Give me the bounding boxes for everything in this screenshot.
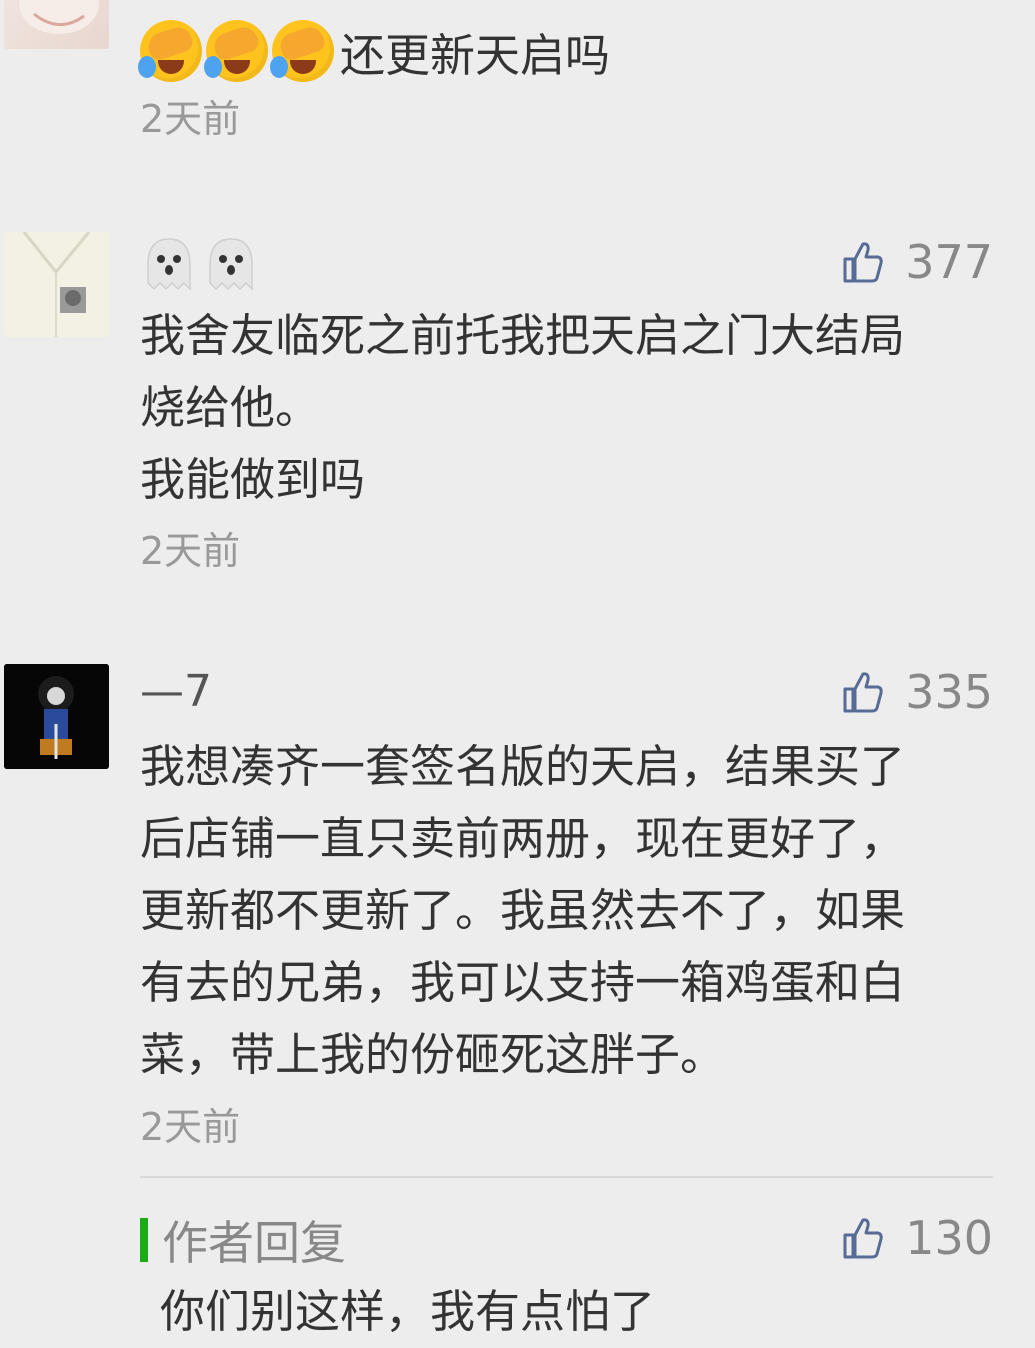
- face-palm-crying-icon: [204, 20, 268, 82]
- comment-line: 我能做到吗: [140, 453, 366, 506]
- like-button[interactable]: 335: [843, 664, 993, 720]
- comment-text-row: 还更新天启吗: [138, 20, 611, 82]
- avatar[interactable]: [4, 0, 109, 49]
- comment-text: 我舍友临死之前托我把天启之门大结局 烧给他。 我能做到吗: [140, 300, 970, 516]
- timestamp: 2天前: [140, 1105, 241, 1149]
- reply-accent-bar: [140, 1218, 148, 1262]
- like-button[interactable]: 130: [843, 1210, 993, 1266]
- face-palm-crying-icon: [270, 20, 334, 82]
- comment-line: 后店铺一直只卖前两册，现在更好了，: [140, 812, 906, 865]
- timestamp: 2天前: [140, 97, 241, 141]
- author-reply-tag: 作者回复: [140, 1212, 346, 1270]
- reply-text: 你们别这样，我有点怕了: [160, 1285, 656, 1338]
- avatar[interactable]: [4, 232, 109, 337]
- comment-line: 更新都不更新了。我虽然去不了，如果: [140, 884, 906, 937]
- ghost-icon: [209, 238, 253, 291]
- comment-line: 烧给他。: [140, 381, 321, 434]
- like-button[interactable]: 377: [843, 234, 993, 290]
- comment-line: 我舍友临死之前托我把天启之门大结局: [140, 309, 906, 362]
- author-reply-label: 作者回复: [162, 1216, 346, 1270]
- ghost-icon: [147, 238, 191, 291]
- like-count: 335: [905, 665, 993, 719]
- thumbs-up-icon: [843, 1218, 883, 1259]
- comment-line: 菜，带上我的份砸死这胖子。: [140, 1028, 726, 1081]
- comment-text: 我想凑齐一套签名版的天启，结果买了 后店铺一直只卖前两册，现在更好了， 更新都不…: [140, 731, 970, 1091]
- face-palm-crying-icon: [138, 20, 202, 82]
- comment-line: 我想凑齐一套签名版的天启，结果买了: [140, 740, 906, 793]
- like-count: 377: [905, 235, 993, 289]
- avatar[interactable]: [4, 664, 109, 769]
- thumbs-up-icon: [843, 672, 883, 713]
- like-count: 130: [905, 1211, 993, 1265]
- comment-line: 有去的兄弟，我可以支持一箱鸡蛋和白: [140, 956, 906, 1009]
- divider: [140, 1176, 993, 1178]
- nickname-emoji: [140, 234, 264, 294]
- thumbs-up-icon: [843, 242, 883, 283]
- nickname[interactable]: —7: [140, 666, 212, 717]
- timestamp: 2天前: [140, 529, 241, 573]
- comment-text: 还更新天启吗: [340, 28, 611, 82]
